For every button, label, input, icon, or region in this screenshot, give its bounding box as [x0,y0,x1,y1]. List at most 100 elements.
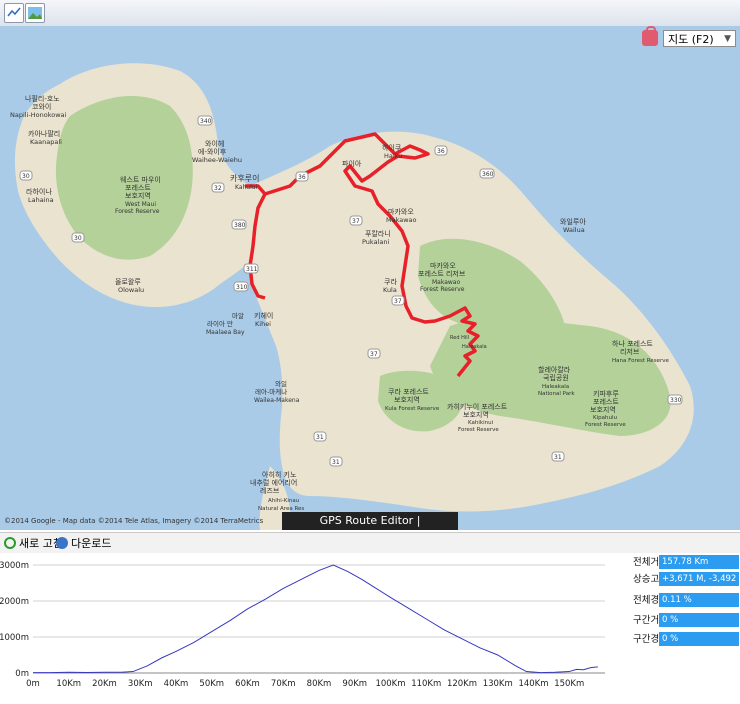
map-view[interactable]: 나필리-호노 코와이 Napili-Honokowai 카아나팔리 Kaanap… [0,26,740,530]
stat-value: 0 % [659,613,739,627]
map-label: Haleakala [462,344,487,350]
map-label: Maalaea Bay [206,329,245,336]
x-tick-label: 140Km [518,679,548,689]
image-tool-button[interactable] [25,3,45,23]
map-type-label: 지도 (F2) [668,33,714,46]
y-tick-label: 2000m [0,597,29,607]
road-shield: 311 [243,263,259,274]
maui-map[interactable]: 나필리-호노 코와이 Napili-Honokowai 카아나팔리 Kaanap… [0,26,740,530]
map-label: 보호지역 [394,395,420,404]
lock-icon[interactable] [642,26,658,46]
refresh-button[interactable]: 새로 고침 [4,535,63,551]
road-shield: 380 [231,219,247,230]
svg-text:31: 31 [316,434,324,441]
x-tick-label: 80Km [307,679,332,689]
svg-text:340: 340 [200,118,212,125]
map-label: 올로왈루 [115,277,141,286]
x-tick-label: 70Km [271,679,296,689]
map-label: 국립공원 [543,373,569,382]
road-shield: 36 [295,171,309,182]
x-tick-label: 50Km [199,679,224,689]
line-chart-icon [7,7,21,17]
map-label: 와일 [275,379,287,388]
y-tick-label: 1000m [0,633,29,643]
x-tick-label: 120Km [447,679,477,689]
y-tick-label: 3000m [0,561,29,571]
map-label: Forest Reserve [115,208,160,215]
svg-text:36: 36 [437,148,445,155]
map-label: 파이아 [342,159,362,168]
download-icon [56,537,68,549]
map-label: 보호지역 [125,191,151,200]
map-label: 아히히 키노 [262,470,297,479]
map-label: Kula Forest Reserve [385,406,440,412]
road-shield: 37 [391,295,405,306]
map-label: 하나 포레스트 [612,339,653,348]
svg-text:330: 330 [670,397,682,404]
map-label: 키헤이 [254,311,273,320]
map-label: Kipahulu [593,415,617,421]
map-label: Pukalani [362,238,389,246]
svg-text:32: 32 [214,185,222,192]
map-label: 와일루아 [560,217,586,226]
svg-text:36: 36 [298,174,306,181]
map-label: Forest Reserve [420,286,465,293]
download-button[interactable]: 다운로드 [56,535,111,551]
map-label: 포레스트 [125,183,151,192]
x-tick-label: 30Km [128,679,153,689]
road-shield: 340 [197,115,213,126]
x-tick-label: 90Km [342,679,367,689]
refresh-icon [4,537,16,549]
elevation-chart[interactable]: 0m 1000m 2000m 3000m 0m 10Km 20Km 30Km 40Km 50Km 6… [0,552,610,700]
map-label: Kula [383,286,397,294]
svg-text:380: 380 [234,222,246,229]
svg-text:311: 311 [246,266,258,273]
map-label: 마카와오 [388,207,414,216]
x-tick-label: 0m [26,679,40,689]
map-label: 코와이 [32,102,51,111]
stat-total-grade: 전체경사 0.11 % [612,593,740,609]
map-label: Kihei [255,320,271,328]
x-tick-label: 150Km [554,679,584,689]
map-label: 라하이나 [26,187,52,196]
route-tool-button[interactable] [4,3,24,23]
map-label: 마카와오 [430,261,456,270]
x-tick-label: 130Km [483,679,513,689]
map-label: 나필리-호노 [25,94,60,103]
map-label: Makawao [386,216,417,224]
map-label: 키파후루 [593,389,619,398]
map-label: 카후루이 [230,173,259,183]
map-label: Haiku [384,152,402,160]
map-label: West Maui [125,201,156,208]
svg-text:31: 31 [554,454,562,461]
top-toolbar [0,0,740,27]
map-label: Lahaina [28,196,54,204]
map-label: 포레스트 [593,397,619,406]
road-shield: 31 [313,431,327,442]
map-label: Kahului [235,184,258,191]
svg-text:37: 37 [352,218,360,225]
map-label: 쿠라 [384,277,397,286]
map-label: 레즈브 [260,486,280,495]
download-label: 다운로드 [71,537,112,550]
app-banner: GPS Route Editor | www.gpsnote.net [282,512,458,545]
map-label: Olowalu [118,286,144,294]
road-shield: 330 [667,394,683,405]
stat-total-distance: 전체거리 157.78 Km [612,555,740,571]
map-label: 에-와이후 [198,147,227,156]
chevron-down-icon: ▼ [724,34,731,44]
svg-text:310: 310 [236,284,248,291]
map-label: 보호지역 [463,410,489,419]
x-tick-label: 10Km [56,679,81,689]
x-tick-label: 60Km [235,679,260,689]
map-label: 마알 [232,311,244,320]
map-label: 할레아칼라 [538,365,571,374]
road-shield: 310 [233,281,249,292]
map-label: Wailua [563,226,585,234]
road-shield: 30 [19,170,33,181]
map-type-select[interactable]: 지도 (F2) ▼ [663,30,736,47]
stat-segment-grade: 구간경사 0 % [612,632,740,648]
y-tick-label: 0m [15,669,29,679]
map-label: 카아나팔리 [28,129,60,138]
image-icon [28,7,42,19]
